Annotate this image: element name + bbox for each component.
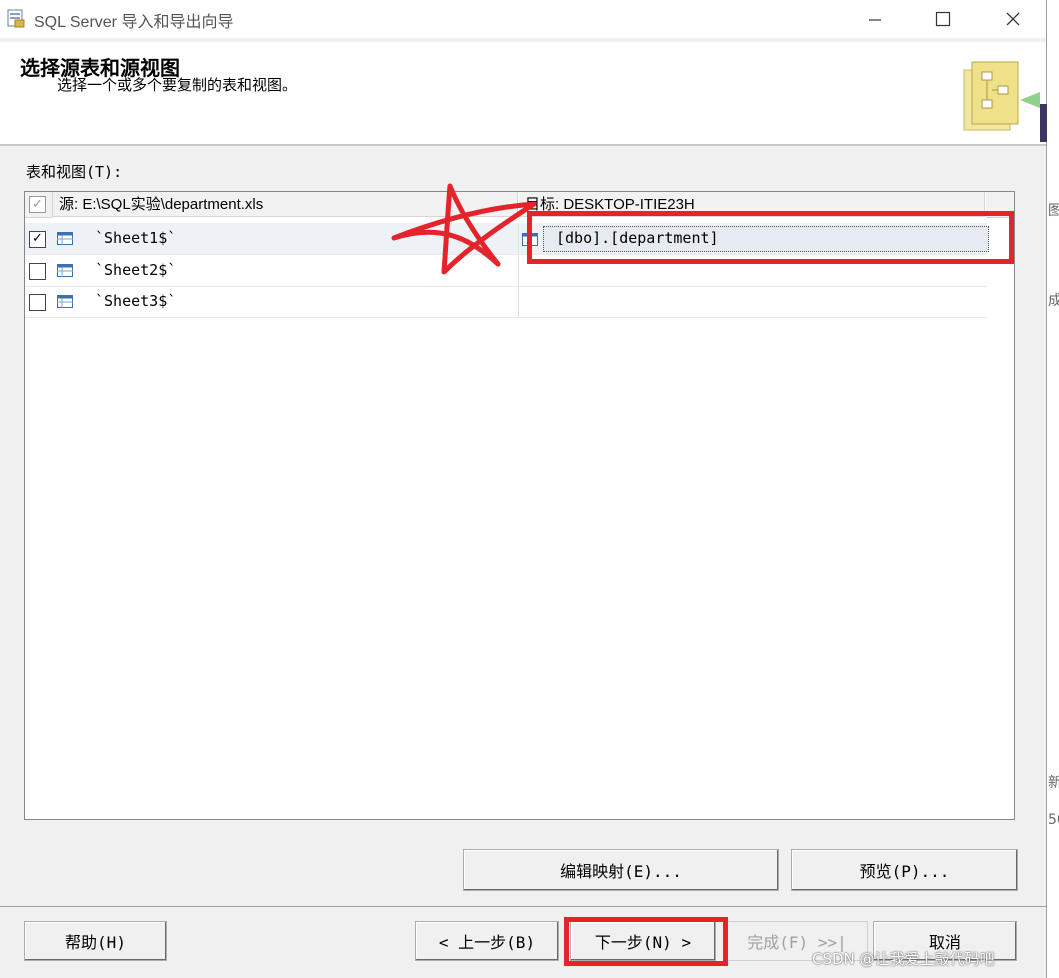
- wizard-window: SQL Server 导入和导出向导 选择源表和源视图 选择一个或多个要复制的表…: [0, 0, 1048, 978]
- maximize-button[interactable]: [920, 0, 966, 38]
- help-button[interactable]: 帮助(H): [24, 921, 167, 961]
- destination-cell[interactable]: [dbo].[department]: [522, 226, 989, 252]
- table-row[interactable]: `Sheet2$`: [25, 255, 987, 287]
- preview-button[interactable]: 预览(P)...: [791, 849, 1018, 891]
- column-divider: [518, 255, 519, 286]
- column-divider: [518, 286, 519, 317]
- back-button[interactable]: < 上一步(B): [415, 921, 559, 961]
- window-title: SQL Server 导入和导出向导: [34, 14, 234, 31]
- minimize-button[interactable]: [852, 0, 898, 38]
- edge-text-fragment: 新: [1048, 775, 1059, 791]
- maximize-icon: [935, 11, 951, 27]
- csdn-watermark: CSDN @让我爱上敲代码吧: [812, 950, 995, 968]
- close-button[interactable]: [990, 0, 1036, 38]
- edge-text-fragment: 图: [1048, 203, 1059, 219]
- destination-text: [dbo].[department]: [556, 229, 719, 247]
- source-cell: `Sheet3$`: [95, 292, 177, 310]
- table-row[interactable]: ✓ `Sheet1$` [dbo].[department]: [25, 223, 989, 255]
- column-divider: [518, 223, 519, 254]
- header-spacer: [986, 192, 1014, 218]
- wizard-banner-icon: [963, 61, 1048, 142]
- row-checkbox[interactable]: ✓: [29, 231, 46, 248]
- source-cell: `Sheet2$`: [95, 261, 177, 279]
- tables-views-label: 表和视图(T):: [26, 163, 123, 181]
- title-bar: SQL Server 导入和导出向导: [0, 0, 1046, 38]
- select-all-checkbox[interactable]: ✓: [29, 196, 46, 213]
- footer-divider: [0, 906, 1046, 907]
- background-window-edge: 图 成 新 50: [1047, 0, 1059, 978]
- table-icon: [57, 295, 73, 308]
- sql-wizard-app-icon: [7, 9, 25, 28]
- wizard-header: 选择源表和源视图 选择一个或多个要复制的表和视图。: [0, 42, 1048, 146]
- header-select-all-cell[interactable]: ✓: [25, 192, 53, 218]
- edge-text-fragment: 成: [1048, 293, 1059, 309]
- table-row[interactable]: `Sheet3$`: [25, 286, 987, 318]
- table-icon: [57, 264, 73, 277]
- table-icon: [57, 232, 73, 245]
- row-checkbox[interactable]: [29, 263, 46, 280]
- source-column-header[interactable]: 源: E:\SQL实验\department.xls: [53, 192, 518, 217]
- edit-mappings-button[interactable]: 编辑映射(E)...: [463, 849, 779, 891]
- close-icon: [1006, 12, 1020, 26]
- row-checkbox[interactable]: [29, 294, 46, 311]
- minimize-icon: [869, 19, 881, 21]
- page-subtitle: 选择一个或多个要复制的表和视图。: [57, 76, 298, 94]
- source-cell: `Sheet1$`: [95, 229, 177, 247]
- table-icon: [522, 233, 538, 246]
- next-button[interactable]: 下一步(N) >: [570, 921, 716, 961]
- tables-grid[interactable]: ✓ 源: E:\SQL实验\department.xls 目标: DESKTOP…: [24, 191, 1015, 820]
- destination-column-header[interactable]: 目标: DESKTOP-ITIE23H: [519, 192, 985, 217]
- edge-text-fragment: 50: [1048, 812, 1059, 828]
